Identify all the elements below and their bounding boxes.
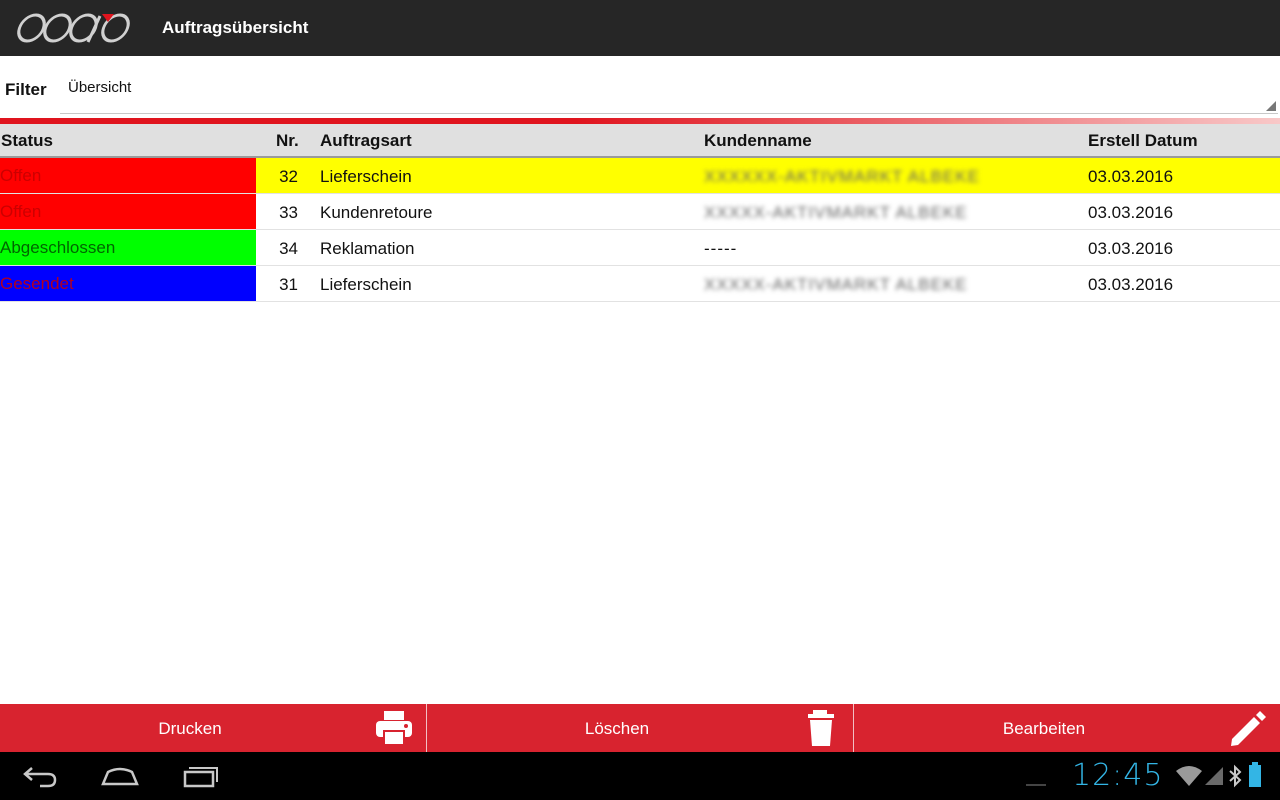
order-type: Kundenretoure bbox=[320, 203, 433, 222]
status-cell: Offen bbox=[0, 194, 256, 229]
printer-icon bbox=[374, 709, 414, 747]
table-row[interactable]: Abgeschlossen 34 Reklamation ----- 03.03… bbox=[0, 230, 1280, 266]
created-date: 03.03.2016 bbox=[1088, 167, 1174, 186]
action-bar: Auftragsübersicht bbox=[0, 0, 1280, 56]
print-button-label: Drucken bbox=[158, 719, 222, 738]
customer-name: XXXXXX-AKTIVMARKT ALBEKE bbox=[704, 167, 980, 186]
customer-name: ----- bbox=[704, 239, 738, 258]
customer-name: XXXXX-AKTIVMARKT ALBEKE bbox=[704, 275, 968, 294]
back-icon[interactable] bbox=[22, 764, 58, 793]
column-header-nr: Nr. bbox=[276, 131, 299, 150]
status-cell: Gesendet bbox=[0, 266, 256, 301]
notification-indicator-icon bbox=[1026, 774, 1046, 792]
column-header-auftragsart: Auftragsart bbox=[320, 131, 412, 150]
customer-name: XXXXX-AKTIVMARKT ALBEKE bbox=[704, 203, 968, 222]
wifi-icon bbox=[1176, 765, 1202, 792]
order-number: 34 bbox=[279, 239, 298, 258]
filter-selected-value: Übersicht bbox=[68, 79, 132, 96]
recent-apps-icon[interactable] bbox=[182, 764, 220, 793]
table-header: Status Nr. Auftragsart Kundenname Erstel… bbox=[0, 124, 1280, 158]
bluetooth-icon bbox=[1228, 764, 1242, 793]
status-cell: Offen bbox=[0, 158, 256, 193]
table-row[interactable]: Gesendet 31 Lieferschein XXXXX-AKTIVMARK… bbox=[0, 266, 1280, 302]
order-type: Lieferschein bbox=[320, 275, 412, 294]
delete-button[interactable]: Löschen bbox=[427, 704, 854, 752]
column-header-status: Status bbox=[1, 131, 53, 150]
coogo-logo bbox=[16, 8, 142, 48]
created-date: 03.03.2016 bbox=[1088, 239, 1174, 258]
filter-dropdown[interactable]: Übersicht bbox=[60, 64, 1278, 114]
table-row[interactable]: Offen 33 Kundenretoure XXXXX-AKTIVMARKT … bbox=[0, 194, 1280, 230]
system-bar: 12:45 bbox=[0, 752, 1280, 800]
page-title: Auftragsübersicht bbox=[162, 18, 309, 37]
order-number: 33 bbox=[279, 203, 298, 222]
order-number: 32 bbox=[279, 167, 298, 186]
signal-icon bbox=[1204, 766, 1224, 791]
bottom-action-bar: Drucken Löschen Bearbeiten bbox=[0, 704, 1280, 752]
order-type: Lieferschein bbox=[320, 167, 412, 186]
clock: 12:45 bbox=[1072, 758, 1164, 793]
edit-button-label: Bearbeiten bbox=[1002, 719, 1086, 738]
pencil-icon bbox=[1228, 709, 1268, 747]
edit-button[interactable]: Bearbeiten bbox=[854, 704, 1280, 752]
created-date: 03.03.2016 bbox=[1088, 275, 1174, 294]
created-date: 03.03.2016 bbox=[1088, 203, 1174, 222]
print-button[interactable]: Drucken bbox=[0, 704, 427, 752]
filter-label: Filter bbox=[5, 80, 47, 99]
battery-icon bbox=[1248, 762, 1262, 793]
dropdown-arrow-icon bbox=[1266, 101, 1276, 111]
trash-icon bbox=[801, 709, 841, 747]
filter-row: Filter Übersicht bbox=[0, 56, 1280, 118]
order-type: Reklamation bbox=[320, 239, 415, 258]
delete-button-label: Löschen bbox=[584, 719, 650, 738]
table-row[interactable]: Offen 32 Lieferschein XXXXXX-AKTIVMARKT … bbox=[0, 158, 1280, 194]
column-header-kundenname: Kundenname bbox=[704, 131, 812, 150]
home-icon[interactable] bbox=[100, 764, 140, 793]
order-table: Offen 32 Lieferschein XXXXXX-AKTIVMARKT … bbox=[0, 158, 1280, 302]
order-number: 31 bbox=[279, 275, 298, 294]
status-cell: Abgeschlossen bbox=[0, 230, 256, 265]
column-header-erstell-datum: Erstell Datum bbox=[1088, 131, 1198, 150]
